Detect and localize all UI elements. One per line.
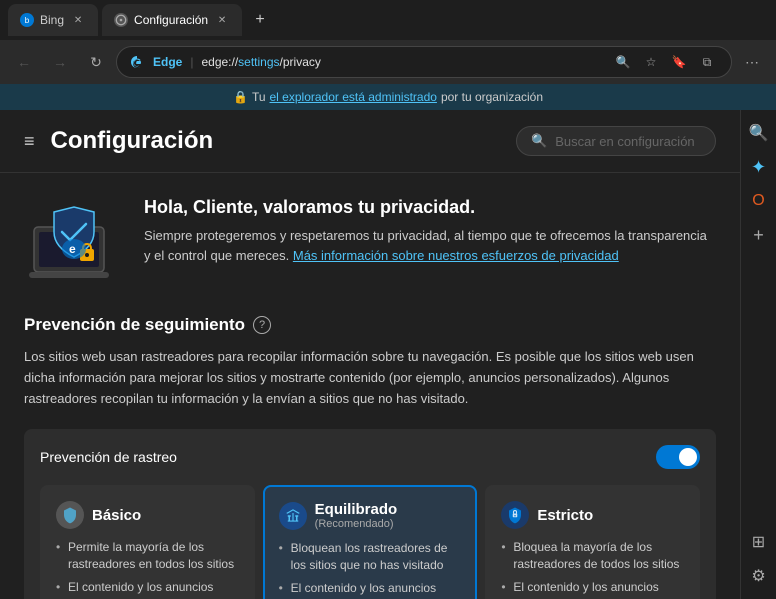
settings-header: ≡ Configuración 🔍 [0,110,740,173]
privacy-hero-image: e [24,197,124,287]
info-icon[interactable]: ? [253,316,271,334]
card-basic-header: Básico [56,501,239,529]
basic-card-bullets: Permite la mayoría de los rastreadores e… [56,539,239,599]
section-title: Prevención de seguimiento [24,315,245,335]
tracking-box-label: Prevención de rastreo [40,449,177,465]
address-bar-row: ← → ↻ Edge | edge://settings/privacy 🔍 ☆… [0,40,776,84]
collections-icon[interactable]: 🔖 [667,50,691,74]
refresh-button[interactable]: ↻ [80,46,112,78]
browser-chrome: b Bing ✕ Configuración ✕ + ← → ↻ [0,0,776,110]
balanced-bullet-1: Bloquean los rastreadores de los sitios … [279,540,462,574]
bing-favicon: b [20,13,34,27]
basic-bullet-1: Permite la mayoría de los rastreadores e… [56,539,239,573]
admin-link[interactable]: el explorador está administrado [270,90,437,104]
basic-bullet-2: El contenido y los anuncios probablement… [56,579,239,599]
tracking-cards: Básico Permite la mayoría de los rastrea… [40,485,700,599]
sidebar-office-icon[interactable]: O [744,186,774,216]
search-address-icon[interactable]: 🔍 [611,50,635,74]
tab-settings[interactable]: Configuración ✕ [102,4,242,36]
more-options-icon[interactable]: ⋯ [736,46,768,78]
tracking-toggle[interactable] [656,445,700,469]
balanced-icon [279,502,307,530]
edge-logo-icon [129,54,145,70]
balanced-card-subtitle: (Recomendado) [315,518,398,530]
sidebar-copilot-icon[interactable]: ✦ [744,152,774,182]
tracking-section: Prevención de seguimiento ? Los sitios w… [24,315,716,599]
basic-card-title: Básico [92,507,141,524]
balanced-card-bullets: Bloquean los rastreadores de los sitios … [279,540,462,599]
browser-main: ≡ Configuración 🔍 [0,110,776,599]
basic-icon [56,501,84,529]
lock-icon: 🔒 [233,90,248,104]
toolbar-icons: ⋯ [736,46,768,78]
privacy-hero: e Hola, Cliente, valoramos tu privacidad… [24,197,716,287]
admin-banner: 🔒 Tu el explorador está administrado por… [0,84,776,110]
balanced-bullet-2: El contenido y los anuncios probablement… [279,580,462,599]
settings-favicon [114,13,128,27]
address-text: edge://settings/privacy [201,55,603,69]
address-separator: | [190,55,193,69]
sidebar-search-icon[interactable]: 🔍 [744,118,774,148]
browser-brand-label: Edge [153,55,182,69]
hero-body: Siempre protegeremos y respetaremos tu p… [144,226,716,265]
menu-button[interactable]: ≡ [24,131,35,152]
new-tab-button[interactable]: + [246,6,274,34]
strict-card-title: Estricto [537,507,593,524]
tab-bing-close[interactable]: ✕ [70,12,86,28]
address-icons: 🔍 ☆ 🔖 ⧉ [611,50,719,74]
settings-content[interactable]: e Hola, Cliente, valoramos tu privacidad… [0,173,740,599]
forward-button[interactable]: → [44,46,76,78]
svg-text:e: e [69,242,76,256]
tab-settings-label: Configuración [134,13,208,27]
privacy-link[interactable]: Más información sobre nuestros esfuerzos… [293,248,619,263]
hero-text: Hola, Cliente, valoramos tu privacidad. … [144,197,716,265]
tracking-description: Los sitios web usan rastreadores para re… [24,347,716,409]
tracking-card-basic[interactable]: Básico Permite la mayoría de los rastrea… [40,485,255,599]
tab-settings-close[interactable]: ✕ [214,12,230,28]
balanced-title-group: Equilibrado (Recomendado) [315,501,398,530]
search-icon: 🔍 [531,133,547,149]
content-area: ≡ Configuración 🔍 [0,110,740,599]
tracking-card-strict[interactable]: Estricto Bloquea la mayoría de los rastr… [485,485,700,599]
page-title: Configuración [51,127,500,155]
strict-bullet-1: Bloquea la mayoría de los rastreadores d… [501,539,684,573]
settings-search-box[interactable]: 🔍 [516,126,716,156]
tracking-card-balanced[interactable]: Equilibrado (Recomendado) Bloquean los r… [263,485,478,599]
sidebar-right: 🔍 ✦ O + ⊞ ⚙ [740,110,776,599]
search-input[interactable] [555,134,695,149]
split-screen-icon[interactable]: ⧉ [695,50,719,74]
address-settings: settings [238,55,279,69]
tab-bing[interactable]: b Bing ✕ [8,4,98,36]
favorites-icon[interactable]: ☆ [639,50,663,74]
tab-bar: b Bing ✕ Configuración ✕ + [0,0,776,40]
hero-heading: Hola, Cliente, valoramos tu privacidad. [144,197,716,218]
sidebar-add-icon[interactable]: + [744,220,774,250]
back-button[interactable]: ← [8,46,40,78]
toggle-knob [679,448,697,466]
basic-title-group: Básico [92,507,141,524]
card-balanced-header: Equilibrado (Recomendado) [279,501,462,530]
strict-icon [501,501,529,529]
sidebar-apps-icon[interactable]: ⊞ [744,527,774,557]
tracking-box: Prevención de rastreo [24,429,716,599]
address-bar[interactable]: Edge | edge://settings/privacy 🔍 ☆ 🔖 ⧉ [116,46,732,78]
strict-title-group: Estricto [537,507,593,524]
tracking-box-header: Prevención de rastreo [40,445,700,469]
sidebar-settings-icon[interactable]: ⚙ [744,561,774,591]
tab-bing-label: Bing [40,13,64,27]
section-header: Prevención de seguimiento ? [24,315,716,335]
strict-bullet-2: El contenido y los anuncios probablement… [501,579,684,599]
admin-text-after: por tu organización [441,90,543,104]
admin-text-before: Tu [252,90,266,104]
strict-card-bullets: Bloquea la mayoría de los rastreadores d… [501,539,684,599]
balanced-card-title: Equilibrado [315,501,398,518]
card-strict-header: Estricto [501,501,684,529]
